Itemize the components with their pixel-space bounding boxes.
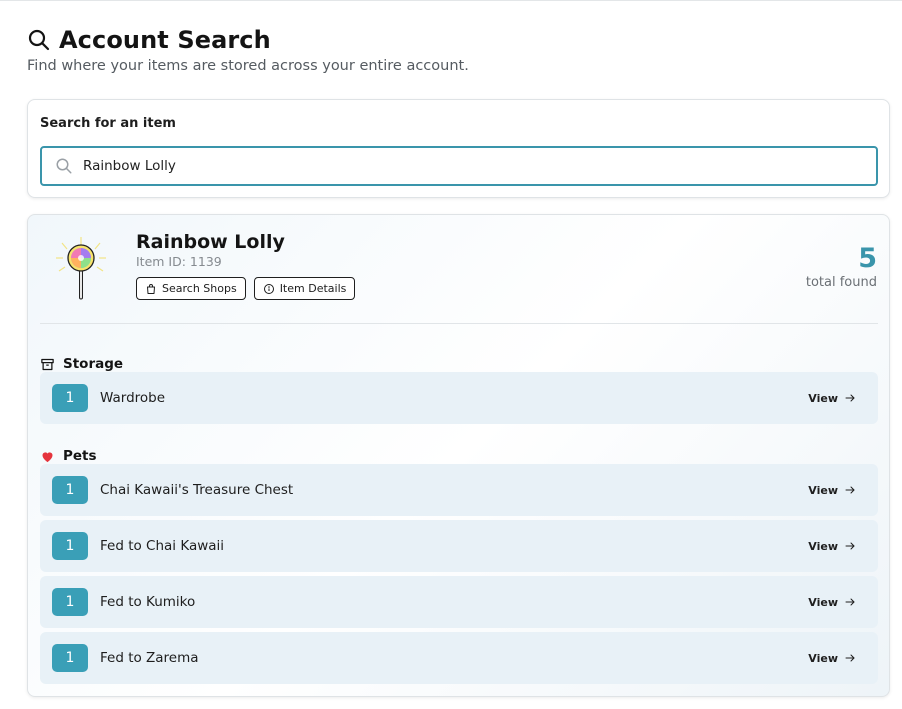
location-label: Fed to Zarema xyxy=(100,650,199,666)
location-row[interactable]: 1 Fed to Chai Kawaii View xyxy=(40,520,878,572)
count-badge: 1 xyxy=(52,588,88,616)
heart-icon xyxy=(42,451,53,462)
search-label: Search for an item xyxy=(40,116,176,131)
rainbow-lolly-image xyxy=(56,237,106,300)
result-card: Rainbow Lolly Item ID: 1139 Search Shops… xyxy=(27,214,890,697)
view-link[interactable]: View xyxy=(808,652,856,665)
section-title: Pets xyxy=(63,448,97,464)
divider xyxy=(40,323,878,324)
search-input[interactable] xyxy=(83,158,843,174)
shopping-bag-icon xyxy=(147,283,155,294)
location-label: Fed to Kumiko xyxy=(100,594,196,610)
total-count: 5 xyxy=(858,243,877,274)
item-name: Rainbow Lolly xyxy=(136,231,285,253)
item-info: Rainbow Lolly Item ID: 1139 Search Shops… xyxy=(136,231,356,300)
location-label: Chai Kawaii's Treasure Chest xyxy=(100,482,294,498)
arrow-right-icon xyxy=(845,598,855,606)
search-icon xyxy=(28,29,50,51)
section-storage: Storage xyxy=(40,356,123,372)
view-link[interactable]: View xyxy=(808,484,856,497)
view-label: View xyxy=(808,391,838,405)
location-row[interactable]: 1 Wardrobe View xyxy=(40,372,878,424)
info-icon xyxy=(263,283,274,294)
page-title: Account Search xyxy=(59,26,271,54)
view-label: View xyxy=(808,595,838,609)
view-link[interactable]: View xyxy=(808,392,856,405)
view-label: View xyxy=(808,483,838,497)
search-shops-button[interactable]: Search Shops xyxy=(136,277,246,300)
item-id: Item ID: 1139 xyxy=(136,254,222,269)
search-box[interactable] xyxy=(40,146,878,186)
count-badge: 1 xyxy=(52,644,88,672)
top-divider xyxy=(0,0,902,1)
archive-box-icon xyxy=(41,358,54,370)
arrow-right-icon xyxy=(845,542,855,550)
count-badge: 1 xyxy=(52,532,88,560)
section-pets: Pets xyxy=(40,448,97,464)
view-link[interactable]: View xyxy=(808,596,856,609)
location-row[interactable]: 1 Fed to Kumiko View xyxy=(40,576,878,628)
view-label: View xyxy=(808,539,838,553)
arrow-right-icon xyxy=(845,394,855,402)
search-card: Search for an item xyxy=(27,99,890,198)
count-badge: 1 xyxy=(52,476,88,504)
page-header: Account Search Find where your items are… xyxy=(27,26,469,74)
location-row[interactable]: 1 Fed to Zarema View xyxy=(40,632,878,684)
view-label: View xyxy=(808,651,838,665)
location-row[interactable]: 1 Chai Kawaii's Treasure Chest View xyxy=(40,464,878,516)
view-link[interactable]: View xyxy=(808,540,856,553)
location-label: Wardrobe xyxy=(100,390,166,406)
page-subtitle: Find where your items are stored across … xyxy=(27,58,469,74)
total-label: total found xyxy=(805,275,877,290)
arrow-right-icon xyxy=(845,486,855,494)
section-title: Storage xyxy=(63,356,124,372)
item-details-label: Item Details xyxy=(279,282,347,295)
total-found: 5 total found xyxy=(806,243,877,290)
count-badge: 1 xyxy=(52,384,88,412)
search-icon xyxy=(56,158,72,174)
search-shops-label: Search Shops xyxy=(162,282,237,295)
location-label: Fed to Chai Kawaii xyxy=(100,538,225,554)
arrow-right-icon xyxy=(845,654,855,662)
item-details-button[interactable]: Item Details xyxy=(253,277,356,300)
